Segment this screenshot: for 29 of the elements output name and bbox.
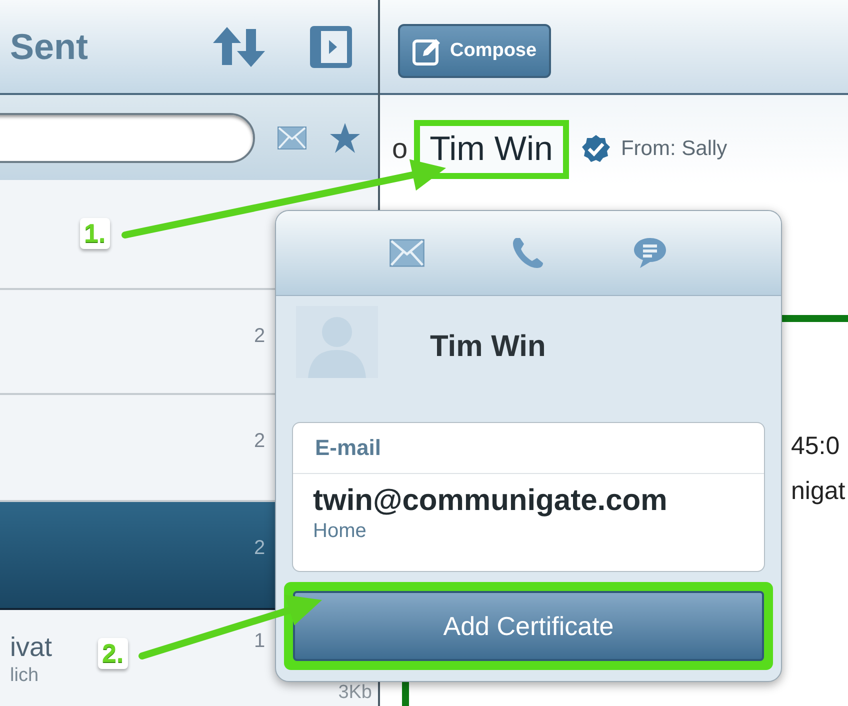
folder-title: Sent bbox=[10, 26, 90, 68]
panel-toggle-icon[interactable] bbox=[309, 24, 353, 68]
envelope-icon[interactable] bbox=[388, 236, 425, 270]
add-certificate-button[interactable]: Add Certificate bbox=[293, 591, 764, 661]
envelope-icon[interactable] bbox=[277, 126, 307, 150]
message-sender: lich bbox=[10, 665, 39, 687]
message-subject: ivat bbox=[10, 632, 52, 663]
email-label: E-mail bbox=[293, 423, 764, 474]
message-date: 1 bbox=[254, 630, 266, 653]
search-field[interactable] bbox=[0, 112, 255, 162]
step-label: 2. bbox=[98, 638, 128, 669]
sender-label: From: Sally bbox=[620, 137, 728, 161]
recipient-name[interactable]: Tim Win bbox=[414, 120, 569, 178]
star-icon[interactable] bbox=[329, 122, 361, 154]
message-text: 45:0 bbox=[791, 432, 841, 461]
step-label: 1. bbox=[80, 218, 110, 249]
chat-icon[interactable] bbox=[632, 236, 668, 270]
edit-icon bbox=[412, 36, 442, 66]
message-text: nigat bbox=[791, 477, 846, 506]
message-date: 2 bbox=[254, 537, 266, 560]
verified-icon bbox=[580, 134, 611, 164]
contact-name: Tim Win bbox=[430, 330, 546, 364]
message-date: 2 bbox=[254, 430, 266, 453]
message-size: 3Kb bbox=[338, 683, 372, 702]
avatar-icon bbox=[296, 306, 378, 378]
message-date: 2 bbox=[254, 325, 266, 348]
compose-button[interactable]: Compose bbox=[398, 24, 551, 78]
email-type: Home bbox=[312, 519, 368, 543]
to-label: o bbox=[392, 133, 408, 165]
